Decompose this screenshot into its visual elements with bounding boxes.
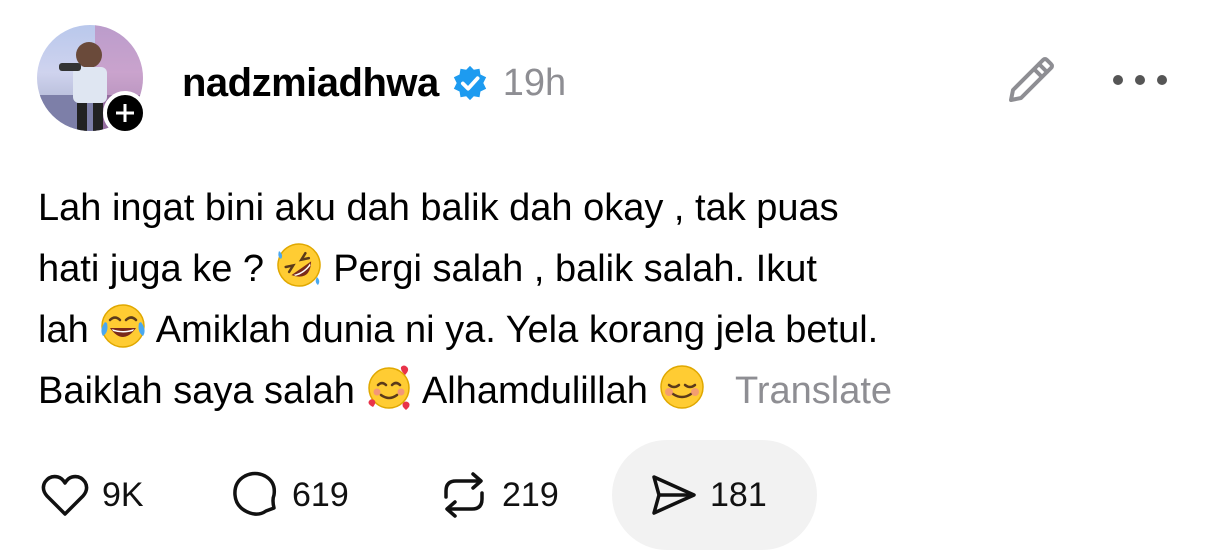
text-segment: Alhamdulillah bbox=[421, 370, 648, 412]
username[interactable]: nadzmiadhwa bbox=[182, 61, 439, 106]
text-segment: lah bbox=[38, 309, 89, 351]
smiling-face-with-hearts-emoji-icon bbox=[368, 365, 411, 410]
heart-icon bbox=[41, 474, 89, 516]
text-segment: Lah ingat bini aku dah balik dah okay , … bbox=[38, 187, 839, 229]
post-text-line: Lah ingat bini aku dah balik dah okay , … bbox=[38, 178, 1188, 239]
comment-button[interactable]: 619 bbox=[228, 440, 349, 550]
tears-of-joy-emoji-icon bbox=[101, 304, 146, 348]
post-text-line: lah Amiklah dunia ni ya. Yela korang jel… bbox=[38, 300, 1188, 361]
share-button[interactable]: 181 bbox=[612, 440, 817, 550]
post-header: nadzmiadhwa 19h bbox=[182, 53, 566, 113]
like-button[interactable]: 9K bbox=[38, 440, 144, 550]
post-body: Lah ingat bini aku dah balik dah okay , … bbox=[38, 178, 1188, 422]
post-time: 19h bbox=[502, 61, 567, 104]
rofl-emoji-icon bbox=[276, 243, 321, 287]
follow-plus-button[interactable] bbox=[103, 91, 147, 135]
like-count: 9K bbox=[102, 475, 144, 514]
text-segment: Baiklah saya salah bbox=[38, 370, 355, 412]
repost-button[interactable]: 219 bbox=[436, 440, 559, 550]
repost-icon bbox=[444, 472, 484, 518]
pencil-icon bbox=[1009, 57, 1054, 102]
avatar-container[interactable] bbox=[37, 25, 147, 135]
post-text-line: Baiklah saya salah Alhamdulillah Transla… bbox=[38, 361, 1188, 422]
comment-bubble-icon bbox=[233, 471, 277, 516]
comment-count: 619 bbox=[292, 475, 349, 514]
edit-button[interactable] bbox=[1001, 52, 1059, 110]
more-dots-icon bbox=[1113, 75, 1167, 85]
text-segment: Amiklah dunia ni ya. Yela korang jela be… bbox=[155, 309, 879, 351]
relieved-smile-emoji-icon bbox=[660, 365, 705, 409]
more-options-button[interactable] bbox=[1110, 66, 1170, 94]
plus-icon bbox=[116, 104, 134, 122]
send-paper-plane-icon bbox=[652, 475, 696, 515]
text-segment: hati juga ke ? bbox=[38, 248, 265, 290]
share-count: 181 bbox=[710, 475, 767, 514]
verified-badge-icon bbox=[453, 65, 486, 101]
text-segment: Pergi salah , balik salah. Ikut bbox=[333, 248, 817, 290]
repost-count: 219 bbox=[502, 475, 559, 514]
post-actions-bar: 9K 619 219 181 bbox=[0, 440, 1206, 550]
translate-link[interactable]: Translate bbox=[735, 370, 892, 412]
post-text-line: hati juga ke ? Pergi salah , balik salah… bbox=[38, 239, 1188, 300]
